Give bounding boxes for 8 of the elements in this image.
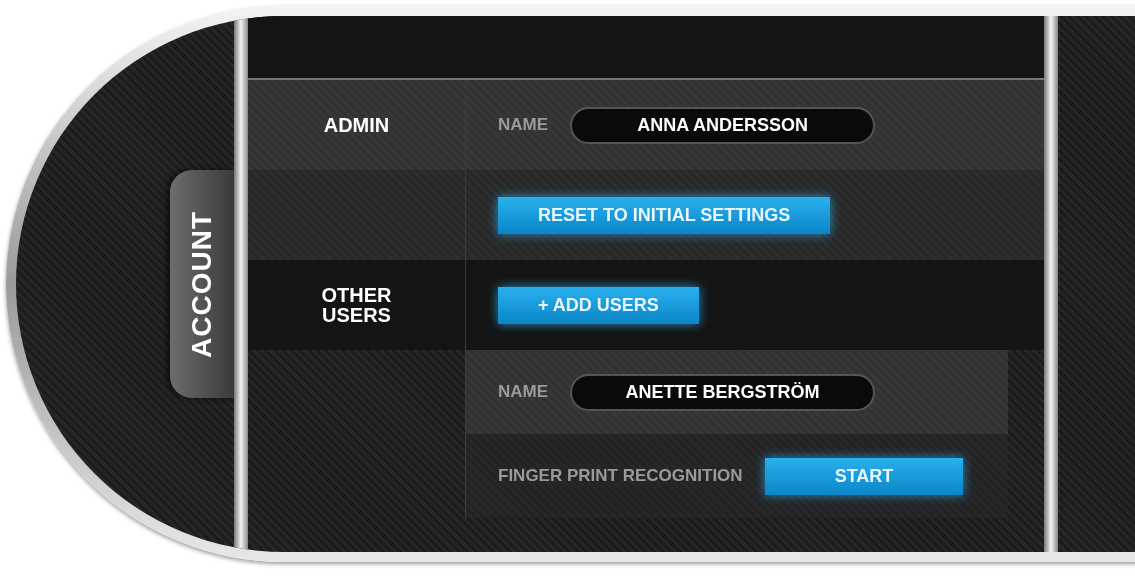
name-field[interactable]: ANETTE BERGSTRÖM	[570, 373, 876, 411]
section-heading: ADMIN	[248, 80, 466, 170]
field-label: NAME	[498, 382, 549, 402]
fingerprint-label: FINGER PRINT RECOGNITION	[498, 466, 743, 486]
section-heading: OTHER USERS	[248, 260, 466, 350]
name-field[interactable]: ANNA ANDERSSON	[570, 106, 876, 144]
field-label: NAME	[498, 115, 549, 135]
account-tab[interactable]: ACCOUNT	[170, 170, 234, 398]
